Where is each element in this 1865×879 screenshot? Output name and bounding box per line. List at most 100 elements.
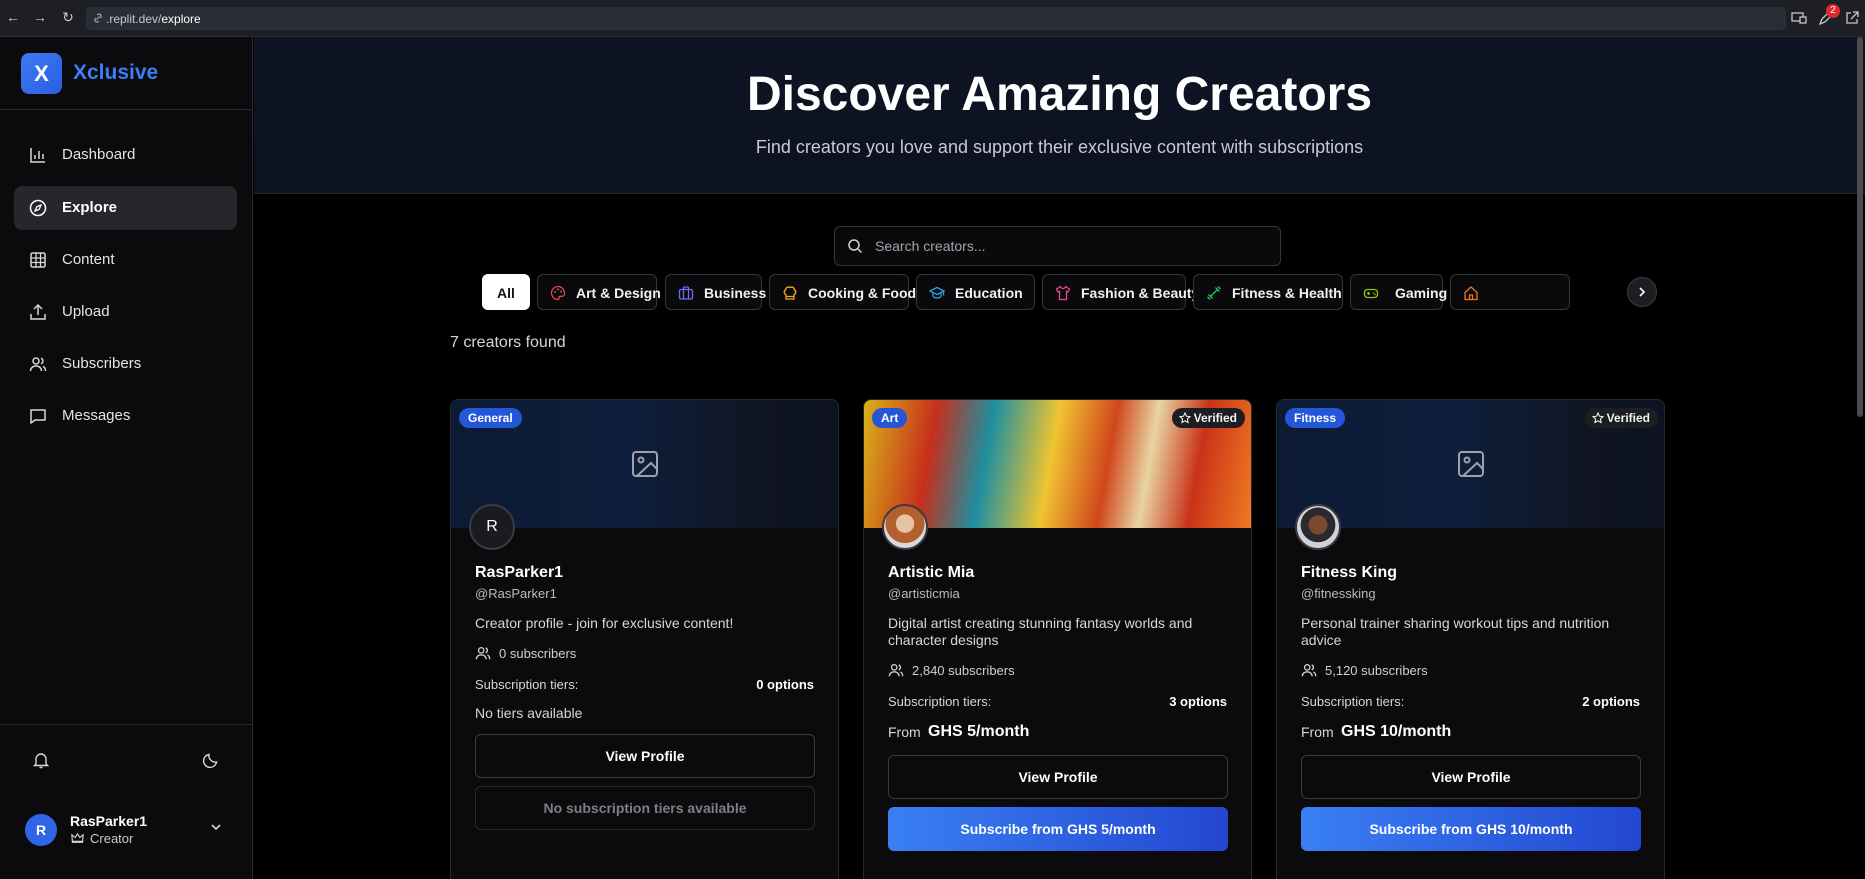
subscriber-count: 2,840 subscribers (912, 663, 1015, 678)
creator-handle: @fitnessking (1301, 586, 1376, 601)
sidebar-item-content[interactable]: Content (14, 238, 237, 282)
creator-handle: @RasParker1 (475, 586, 557, 601)
category-chip-gaming[interactable]: Gaming (1350, 274, 1447, 310)
sidebar-item-subscribers[interactable]: Subscribers (14, 342, 237, 386)
search-input[interactable] (875, 227, 1270, 265)
divider (0, 109, 253, 110)
creator-name[interactable]: Artistic Mia (888, 564, 974, 582)
sidebar-item-dashboard[interactable]: Dashboard (14, 133, 237, 177)
link-icon (94, 13, 102, 23)
view-profile-button[interactable]: View Profile (888, 755, 1228, 799)
verified-label: Verified (1606, 411, 1650, 425)
page-title: Discover Amazing Creators (746, 68, 1373, 121)
from-label: From (1301, 724, 1334, 740)
from-label: From (888, 724, 921, 740)
gamepad-icon (1363, 288, 1379, 299)
back-icon[interactable]: ← (5, 9, 21, 25)
address-bar[interactable]: .replit.dev/explore (86, 7, 1786, 30)
scrollbar[interactable] (1857, 37, 1863, 417)
users-icon (29, 357, 47, 372)
creator-name[interactable]: RasParker1 (475, 564, 563, 582)
bell-icon[interactable] (32, 751, 50, 769)
category-chip-art-design[interactable]: Art & Design (537, 274, 661, 310)
sidebar-item-upload[interactable]: Upload (14, 290, 237, 334)
tiers-label: Subscription tiers: (888, 694, 992, 709)
hero-section: Discover Amazing Creators Find creators … (254, 37, 1865, 194)
view-profile-button[interactable]: View Profile (475, 734, 815, 778)
sidebar: X Xclusive Dashboard Explore Content Upl… (0, 37, 253, 879)
app-name[interactable]: Xclusive (73, 61, 158, 85)
main-content: Discover Amazing Creators Find creators … (254, 37, 1865, 879)
category-badge: General (459, 408, 522, 428)
results-count: 7 creators found (450, 334, 566, 351)
subscriber-count: 5,120 subscribers (1325, 663, 1428, 678)
verified-badge: Verified (1171, 408, 1245, 428)
forward-icon[interactable]: → (32, 9, 48, 25)
image-placeholder-icon (632, 451, 658, 477)
card-banner: General (451, 400, 838, 528)
crown-icon (71, 832, 84, 843)
subscribe-button[interactable]: Subscribe from GHS 10/month (1301, 807, 1641, 851)
shirt-icon (1055, 285, 1071, 301)
search-box[interactable] (834, 226, 1281, 266)
scroll-right-button[interactable] (1627, 277, 1657, 307)
image-placeholder-icon (1458, 451, 1484, 477)
chip-label: Fitness & Health (1232, 285, 1342, 301)
creator-card: Fitness Verified Fitness King @fitnesski… (1276, 399, 1665, 879)
moon-icon[interactable] (202, 751, 220, 769)
upload-icon (30, 303, 46, 320)
user-name: RasParker1 (70, 813, 148, 829)
creator-card: Art Verified Artistic Mia @artisticmia D… (863, 399, 1252, 879)
creator-name[interactable]: Fitness King (1301, 564, 1397, 582)
url-text: .replit.dev/explore (106, 12, 201, 26)
category-chip-education[interactable]: Education (916, 274, 1035, 310)
subscriber-count: 0 subscribers (499, 646, 577, 661)
browser-toolbar: ← → ↻ .replit.dev/explore 2 (0, 0, 1865, 37)
sidebar-item-label: Messages (62, 407, 131, 424)
graduation-cap-icon (929, 286, 945, 299)
user-role: Creator (90, 831, 134, 846)
creator-bio: Creator profile - join for exclusive con… (475, 615, 734, 631)
category-chip-fashion-beauty[interactable]: Fashion & Beauty (1042, 274, 1199, 310)
external-link-icon[interactable] (1843, 9, 1861, 27)
star-icon (1591, 412, 1604, 424)
subscribe-button-disabled[interactable]: No subscription tiers available (475, 786, 815, 830)
category-chip-fitness-health[interactable]: Fitness & Health (1193, 274, 1343, 310)
card-banner: Fitness Verified (1277, 400, 1664, 528)
avatar[interactable]: R (25, 814, 57, 846)
chip-label: Fashion & Beauty (1081, 285, 1200, 301)
creator-avatar[interactable]: R (469, 504, 515, 550)
screen-share-icon[interactable] (1790, 9, 1808, 27)
sidebar-item-label: Dashboard (62, 146, 136, 163)
reload-icon[interactable]: ↻ (60, 9, 76, 25)
sidebar-item-messages[interactable]: Messages (14, 394, 237, 438)
subscribe-button[interactable]: Subscribe from GHS 5/month (888, 807, 1228, 851)
chevron-right-icon (1639, 287, 1646, 297)
chef-hat-icon (783, 286, 797, 300)
tiers-value: 0 options (756, 677, 814, 692)
sidebar-item-label: Subscribers (62, 355, 142, 372)
users-icon (888, 664, 904, 677)
creator-avatar[interactable] (1295, 504, 1341, 550)
app-logo[interactable]: X (21, 53, 62, 94)
creator-avatar[interactable] (882, 504, 928, 550)
starting-price: GHS 5/month (928, 723, 1030, 740)
category-chip-cooking-food[interactable]: Cooking & Food (769, 274, 916, 310)
sidebar-item-label: Content (62, 251, 115, 268)
category-chip-home[interactable] (1450, 274, 1570, 310)
view-profile-button[interactable]: View Profile (1301, 755, 1641, 799)
category-chip-all[interactable]: All (482, 274, 530, 310)
star-icon (1178, 412, 1191, 424)
chip-label: Education (955, 285, 1023, 301)
chip-label: Art & Design (576, 285, 661, 301)
category-chip-business[interactable]: Business (665, 274, 766, 310)
card-banner-artwork: Art Verified (864, 400, 1251, 528)
tiers-value: 3 options (1169, 694, 1227, 709)
briefcase-icon (678, 286, 694, 300)
chevron-down-icon[interactable] (207, 818, 225, 836)
verified-badge: Verified (1584, 408, 1658, 428)
sidebar-item-explore[interactable]: Explore (14, 186, 237, 230)
compass-icon (29, 199, 47, 217)
grid-icon (30, 252, 46, 268)
users-icon (1301, 664, 1317, 677)
